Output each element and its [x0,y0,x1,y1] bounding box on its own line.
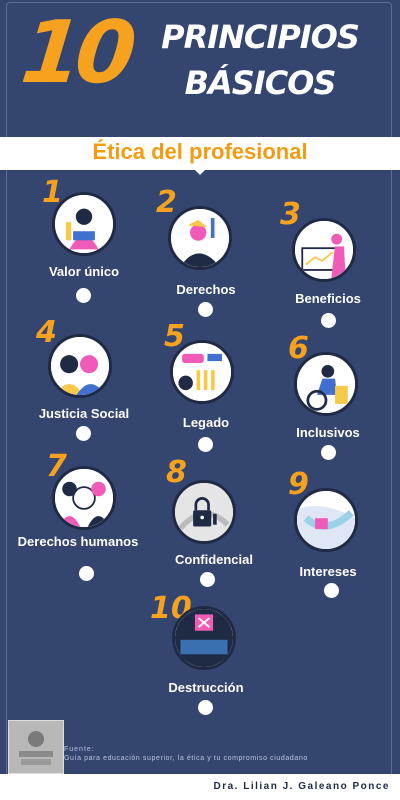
principle-dot[interactable] [324,583,339,598]
derechos-illustration-icon [168,206,232,270]
principle-number: 2 [156,185,177,220]
principle-item-3: 3 Beneficios [258,200,398,350]
principle-item-10: 10 Destrucción [136,594,276,744]
banner-notch [194,169,206,175]
principle-dot[interactable] [321,445,336,460]
principle-dot[interactable] [76,426,91,441]
title-line-2: BÁSICOS [184,64,337,102]
principle-dot[interactable] [79,566,94,581]
principle-dot[interactable] [198,302,213,317]
big-number-10: 10 [16,3,135,103]
principle-label: Legado [182,415,230,430]
principle-number: 3 [280,197,301,232]
principle-item-4: 4 Justicia Social [14,318,154,468]
principle-item-7: 7 Derechos humanos [18,452,158,602]
inclusivos-illustration-icon [294,352,358,416]
principle-item-1: 1 Valor único [14,178,154,328]
source-label: Fuente: [64,746,95,753]
principle-label: Justicia Social [38,406,130,421]
principle-item-5: 5 Legado [136,322,276,472]
principle-dot[interactable] [198,700,213,715]
justicia-social-illustration-icon [48,334,112,398]
intereses-illustration-icon [294,488,358,552]
principle-item-9: 9 Intereses [258,470,398,620]
destruccion-illustration-icon [172,606,236,670]
title-line-1: PRINCIPIOS [161,18,360,56]
principle-item-2: 2 Derechos [136,188,276,338]
principle-number: 4 [36,315,57,350]
subtitle-text: Ética del profesional [92,139,308,164]
valor-unico-illustration-icon [52,192,116,256]
principle-label: Valor único [48,264,120,279]
author-credit: Dra. Lilian J. Galeano Ponce [213,781,390,792]
source-text: Guía para educación superior, la ética y… [64,755,308,762]
legado-illustration-icon [170,340,234,404]
principle-number: 8 [166,455,187,490]
page-title: PRINCIPIOS BÁSICOS [150,14,370,106]
principle-dot[interactable] [200,572,215,587]
infographic: 10 PRINCIPIOS BÁSICOS Ética del profesio… [0,0,400,800]
principle-label: Derechos humanos [17,534,139,549]
principle-dot[interactable] [76,288,91,303]
derechos-humanos-illustration-icon [52,466,116,530]
beneficios-illustration-icon [292,218,356,282]
principle-dot[interactable] [198,437,213,452]
principle-label: Derechos [176,282,236,297]
confidencial-lock-illustration-icon [172,480,236,544]
principle-dot[interactable] [321,313,336,328]
principle-label: Inclusivos [296,425,360,440]
source-book-image [8,720,64,774]
principle-label: Beneficios [295,291,361,306]
principle-label: Destrucción [168,680,244,695]
principle-label: Intereses [299,564,357,579]
